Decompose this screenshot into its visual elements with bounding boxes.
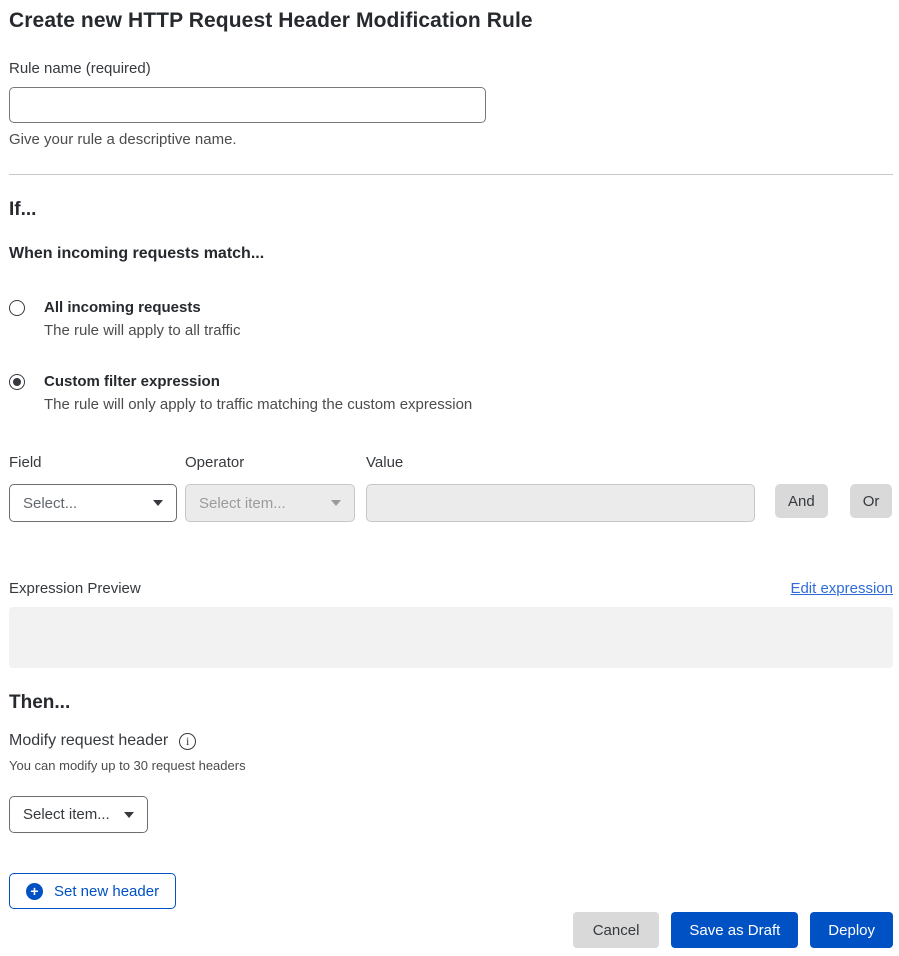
rule-name-label: Rule name (required) [9,60,893,77]
page-title: Create new HTTP Request Header Modificat… [9,9,893,33]
field-select[interactable]: Select... [9,484,177,522]
value-input [366,484,755,522]
operator-label: Operator [185,454,355,471]
chevron-down-icon [153,500,163,506]
rule-name-help: Give your rule a descriptive name. [9,131,893,148]
radio-button-custom-filter[interactable] [9,374,25,390]
chevron-down-icon [124,812,134,818]
expression-builder-row: Field Select... Operator Select item... … [9,454,893,522]
option-custom-filter-expression: Custom filter expression The rule will o… [9,373,893,413]
footer-actions: Cancel Save as Draft Deploy [9,912,893,948]
deploy-button[interactable]: Deploy [810,912,893,948]
match-subheading: When incoming requests match... [9,245,893,263]
expression-preview-header: Expression Preview Edit expression [9,580,893,597]
then-heading: Then... [9,692,893,714]
radio-description: The rule will apply to all traffic [44,322,240,339]
header-item-select-value: Select item... [23,806,110,823]
operator-select: Select item... [185,484,355,522]
field-select-value: Select... [23,495,77,512]
radio-label: All incoming requests [44,299,240,316]
set-new-header-label: Set new header [54,883,159,900]
expression-preview-box [9,607,893,668]
radio-label: Custom filter expression [44,373,472,390]
modify-request-header-label: Modify request header [9,732,168,750]
option-all-incoming-requests: All incoming requests The rule will appl… [9,299,893,339]
edit-expression-link[interactable]: Edit expression [790,580,893,597]
field-label: Field [9,454,177,471]
save-as-draft-button[interactable]: Save as Draft [671,912,798,948]
modify-header-help: You can modify up to 30 request headers [9,758,893,773]
expression-preview-label: Expression Preview [9,580,141,597]
info-icon[interactable]: i [179,733,196,750]
rule-name-input[interactable] [9,87,486,123]
if-heading: If... [9,199,893,221]
cancel-button[interactable]: Cancel [573,912,660,948]
radio-button-all-incoming[interactable] [9,300,25,316]
operator-select-value: Select item... [199,495,286,512]
or-button[interactable]: Or [850,484,893,518]
create-rule-form: Create new HTTP Request Header Modificat… [0,0,899,948]
plus-circle-icon: + [26,883,43,900]
section-divider [9,174,893,175]
header-item-select[interactable]: Select item... [9,796,148,833]
chevron-down-icon [331,500,341,506]
set-new-header-button[interactable]: + Set new header [9,873,176,909]
and-button[interactable]: And [775,484,828,518]
radio-description: The rule will only apply to traffic matc… [44,396,472,413]
value-label: Value [366,454,755,471]
